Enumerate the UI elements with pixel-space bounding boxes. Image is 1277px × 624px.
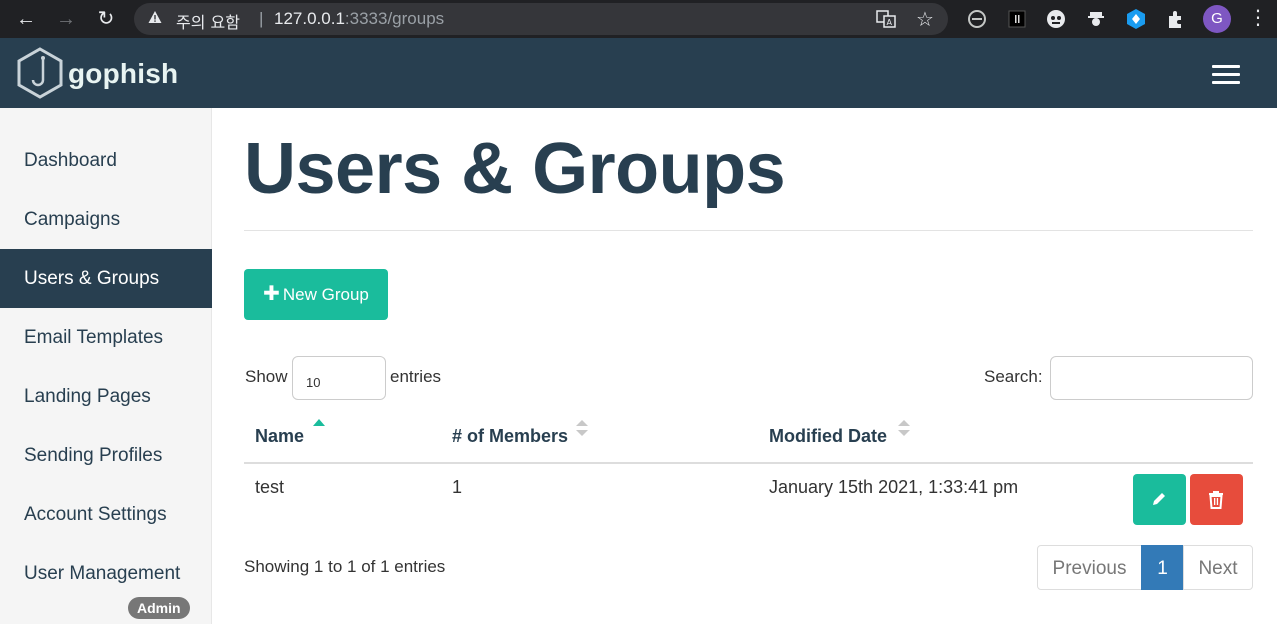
extension-spy-icon[interactable] xyxy=(1085,8,1107,30)
security-warning-text[interactable]: 주의 요함 xyxy=(176,9,240,33)
extension-square-icon[interactable] xyxy=(1006,8,1028,30)
new-group-button[interactable]: ✚ New Group xyxy=(244,269,388,320)
brand-name[interactable]: gophish xyxy=(68,58,178,90)
sort-icon[interactable] xyxy=(575,418,589,438)
sidebar: Dashboard Campaigns Users & Groups Email… xyxy=(0,108,212,624)
reload-icon[interactable]: ↻ xyxy=(94,7,118,31)
column-header-modified-date[interactable]: Modified Date xyxy=(769,426,887,447)
page-title: Users & Groups xyxy=(244,129,786,209)
show-label: Show xyxy=(245,367,288,386)
entries-label: entries xyxy=(390,367,442,386)
edit-button[interactable] xyxy=(1133,474,1186,525)
cell-members: 1 xyxy=(452,477,463,497)
gophish-logo-icon[interactable] xyxy=(16,47,64,99)
new-group-label: New Group xyxy=(282,285,369,304)
bookmark-star-icon[interactable]: ☆ xyxy=(916,7,934,32)
pencil-icon xyxy=(1153,493,1165,505)
translate-icon[interactable]: A xyxy=(876,9,896,29)
extension-mask-icon[interactable] xyxy=(1045,8,1067,30)
table-info: Showing 1 to 1 of 1 entries xyxy=(244,557,446,576)
browser-toolbar: ← → ↻ 주의 요함 | 127.0.0.1:3333/groups A ☆ … xyxy=(0,0,1277,38)
trash-icon xyxy=(1209,491,1223,509)
admin-badge: Admin xyxy=(128,597,190,619)
warning-icon[interactable] xyxy=(148,10,162,24)
browser-menu-icon[interactable]: ⋮ xyxy=(1248,6,1268,30)
cell-name: test xyxy=(255,477,285,497)
sidebar-item-account-settings[interactable]: Account Settings xyxy=(0,485,212,544)
search-input[interactable] xyxy=(1050,356,1253,400)
sort-ascending-icon[interactable] xyxy=(312,416,326,436)
column-header-name[interactable]: Name xyxy=(255,426,304,447)
next-page-button[interactable]: Next xyxy=(1183,545,1253,590)
sort-icon[interactable] xyxy=(897,418,911,438)
address-bar[interactable]: 주의 요함 | 127.0.0.1:3333/groups A ☆ xyxy=(134,3,948,35)
sidebar-item-campaigns[interactable]: Campaigns xyxy=(0,190,212,249)
table-header-divider xyxy=(244,462,1253,464)
url-separator: | xyxy=(259,9,264,28)
app-header: gophish xyxy=(0,38,1277,108)
sidebar-item-email-templates[interactable]: Email Templates xyxy=(0,308,212,367)
title-divider xyxy=(244,230,1253,231)
sidebar-item-landing-pages[interactable]: Landing Pages xyxy=(0,367,212,426)
profile-avatar[interactable]: G xyxy=(1203,5,1231,33)
previous-page-button[interactable]: Previous xyxy=(1037,545,1142,590)
extension-minus-circle-icon[interactable] xyxy=(966,8,988,30)
url-path: :3333/groups xyxy=(344,9,445,28)
page-1-button[interactable]: 1 xyxy=(1141,545,1184,590)
extensions-puzzle-icon[interactable] xyxy=(1165,8,1187,30)
delete-button[interactable] xyxy=(1190,474,1243,525)
sidebar-item-users-groups[interactable]: Users & Groups xyxy=(0,249,212,308)
search-label: Search: xyxy=(984,367,1043,386)
page-length-select[interactable]: 10 xyxy=(292,356,386,400)
plus-icon: ✚ xyxy=(263,283,280,305)
forward-arrow-icon[interactable]: → xyxy=(54,7,78,31)
menu-toggle-icon[interactable] xyxy=(1212,65,1240,85)
url-text[interactable]: 127.0.0.1:3333/groups xyxy=(274,9,444,29)
sidebar-item-dashboard[interactable]: Dashboard xyxy=(0,131,212,190)
extension-hexagon-icon[interactable] xyxy=(1125,8,1147,30)
back-arrow-icon[interactable]: ← xyxy=(14,7,38,31)
column-header-members[interactable]: # of Members xyxy=(452,426,568,447)
svg-text:A: A xyxy=(887,18,893,27)
sidebar-item-user-management[interactable]: User Management xyxy=(0,544,212,603)
sidebar-item-sending-profiles[interactable]: Sending Profiles xyxy=(0,426,212,485)
cell-modified-date: January 15th 2021, 1:33:41 pm xyxy=(769,477,1019,497)
url-host: 127.0.0.1 xyxy=(274,9,345,28)
